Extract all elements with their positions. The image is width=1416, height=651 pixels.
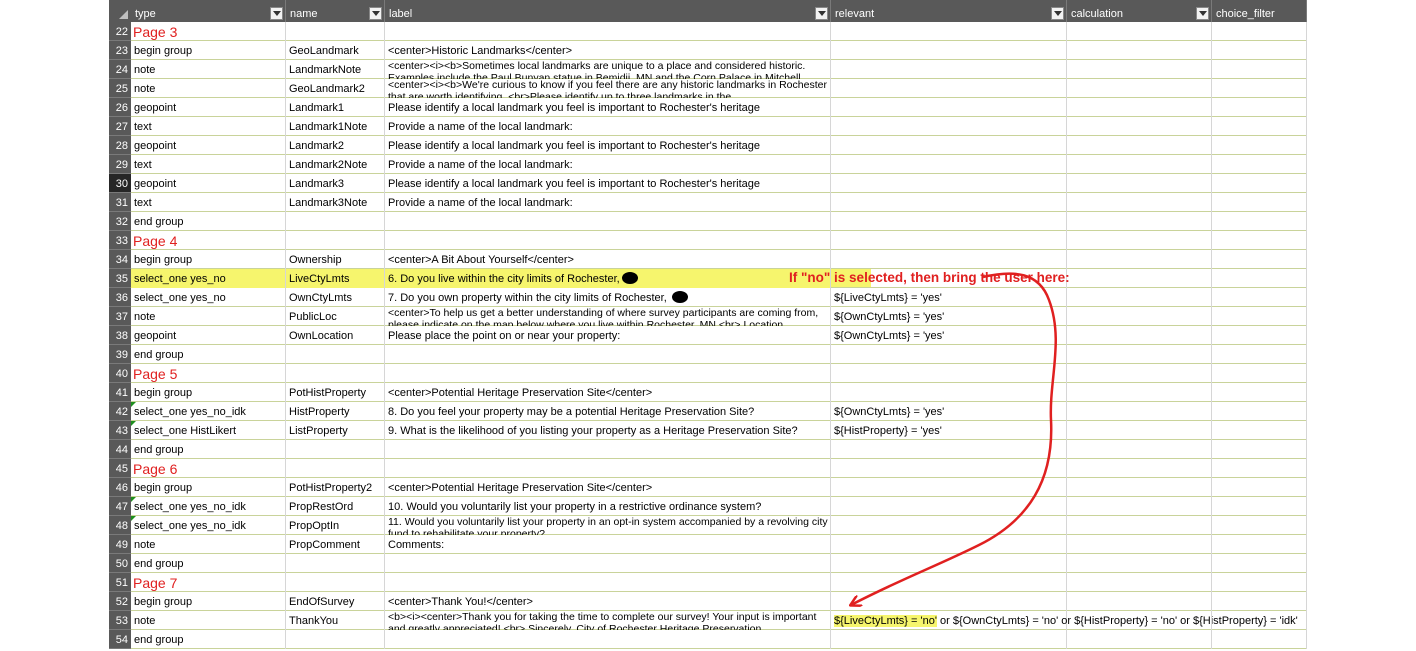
annotation-arrow xyxy=(109,272,1057,651)
spreadsheet[interactable]: type name label relevant calculation choice_f… xyxy=(109,0,1307,651)
